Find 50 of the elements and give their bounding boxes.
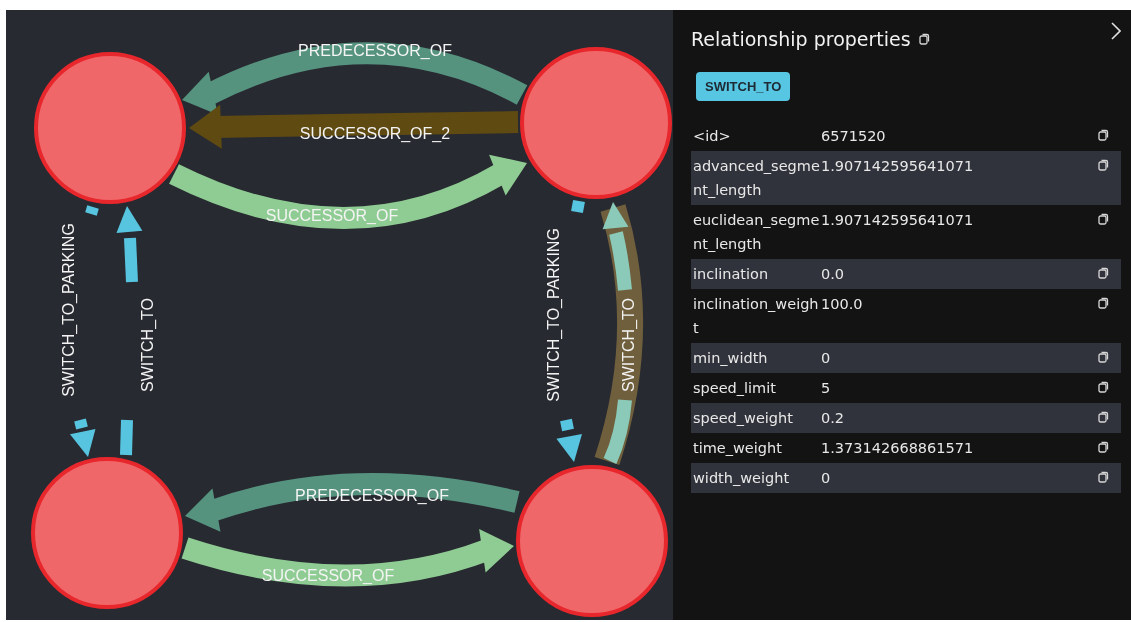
graph-node[interactable] [516, 465, 668, 617]
copy-icon[interactable] [1098, 471, 1109, 483]
copy-icon[interactable] [1098, 213, 1109, 225]
property-value: 1.907142595641071 [821, 211, 975, 230]
relationship-type-badge: SWITCH_TO [696, 71, 791, 101]
property-key: speed_limit [693, 376, 821, 400]
property-value: 1.373142668861571 [821, 439, 975, 458]
relationship-arrow[interactable] [182, 42, 527, 115]
property-value: 100.0 [821, 295, 864, 314]
relationship-arrow[interactable] [594, 202, 643, 465]
copy-icon[interactable] [1098, 159, 1109, 171]
copy-icon[interactable] [1098, 441, 1109, 453]
copy-icon[interactable] [1098, 381, 1109, 393]
graph-node[interactable] [520, 47, 672, 199]
relationship-arrow[interactable] [116, 206, 143, 456]
edge-label: PREDECESSOR_OF [298, 42, 452, 60]
property-value: 1.907142595641071 [821, 157, 975, 176]
property-key: inclination [693, 262, 821, 286]
relationship-arrow[interactable] [185, 473, 520, 532]
edge-label: SUCCESSOR_OF [265, 207, 399, 225]
graph-node[interactable] [34, 52, 186, 204]
property-value: 5 [821, 379, 832, 398]
copy-icon[interactable] [1098, 411, 1109, 423]
property-key: time_weight [693, 436, 821, 460]
property-value: 0.2 [821, 409, 846, 428]
relationship-arrow[interactable] [169, 154, 527, 229]
copy-icon[interactable] [918, 33, 930, 46]
relationship-arrow[interactable] [181, 528, 514, 587]
edge-label: SWITCH_TO [620, 298, 638, 392]
edge-label: SWITCH_TO_PARKING [545, 228, 563, 402]
edge-label: SWITCH_TO [139, 298, 157, 392]
edge-label: SUCCESSOR_OF_2 [299, 125, 451, 143]
property-value: 6571520 [821, 127, 887, 146]
graph-node[interactable] [31, 457, 183, 609]
chevron-right-icon[interactable] [1111, 22, 1121, 40]
property-key: speed_weight [693, 406, 821, 430]
copy-icon[interactable] [1098, 267, 1109, 279]
relationship-arrow[interactable] [189, 104, 519, 149]
edge-label: SWITCH_TO_PARKING [60, 223, 78, 397]
property-value: 0.0 [821, 265, 846, 284]
property-value: 0 [821, 469, 832, 488]
property-value: 0 [821, 349, 832, 368]
property-key: min_width [693, 346, 821, 370]
copy-icon[interactable] [1098, 297, 1109, 309]
property-key: width_weight [693, 466, 821, 490]
property-key: <id> [693, 124, 821, 148]
copy-icon[interactable] [1098, 351, 1109, 363]
copy-icon[interactable] [1098, 129, 1109, 141]
edge-label: SUCCESSOR_OF [261, 567, 395, 585]
panel-title: Relationship properties [691, 27, 911, 52]
